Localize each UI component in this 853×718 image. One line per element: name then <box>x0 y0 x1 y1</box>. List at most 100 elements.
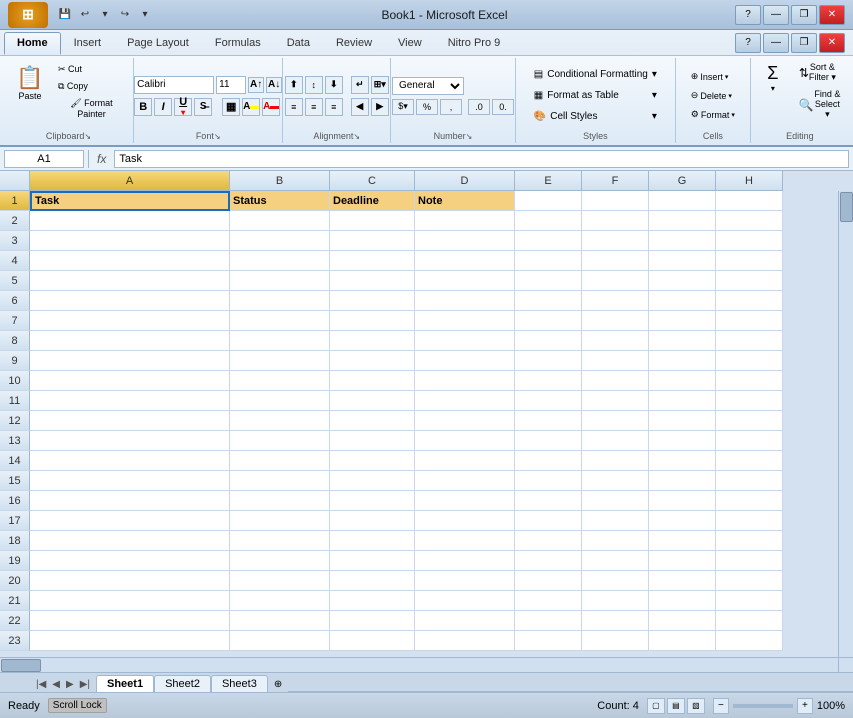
fill-color-button[interactable]: A <box>242 98 260 116</box>
row-number-21[interactable]: 21 <box>0 591 30 611</box>
cell-H21[interactable] <box>716 591 783 611</box>
cell-G11[interactable] <box>649 391 716 411</box>
row-number-6[interactable]: 6 <box>0 291 30 311</box>
col-header-h[interactable]: H <box>716 171 783 191</box>
cell-E22[interactable] <box>515 611 582 631</box>
cell-B11[interactable] <box>230 391 330 411</box>
cell-E16[interactable] <box>515 491 582 511</box>
cell-E11[interactable] <box>515 391 582 411</box>
cell-B6[interactable] <box>230 291 330 311</box>
cell-F3[interactable] <box>582 231 649 251</box>
cell-B22[interactable] <box>230 611 330 631</box>
cell-A7[interactable] <box>30 311 230 331</box>
cell-B18[interactable] <box>230 531 330 551</box>
cell-A2[interactable] <box>30 211 230 231</box>
cell-C7[interactable] <box>330 311 415 331</box>
cell-D2[interactable] <box>415 211 515 231</box>
cell-G10[interactable] <box>649 371 716 391</box>
horizontal-scrollbar[interactable] <box>0 657 838 672</box>
cell-C21[interactable] <box>330 591 415 611</box>
cell-D15[interactable] <box>415 471 515 491</box>
font-size-input[interactable] <box>216 76 246 94</box>
number-format-select[interactable]: General Number Currency Date <box>392 77 464 95</box>
cell-C12[interactable] <box>330 411 415 431</box>
format-painter-button[interactable]: 🖌 Format Painter <box>54 96 129 121</box>
cell-E7[interactable] <box>515 311 582 331</box>
cell-E1[interactable] <box>515 191 582 211</box>
percent-button[interactable]: % <box>416 99 438 115</box>
row-number-7[interactable]: 7 <box>0 311 30 331</box>
insert-button[interactable]: ⊕ Insert ▾ <box>684 68 736 85</box>
cell-F5[interactable] <box>582 271 649 291</box>
cell-A14[interactable] <box>30 451 230 471</box>
sheet-nav-first[interactable]: |◀ <box>34 677 48 692</box>
cell-styles-button[interactable]: 🎨 Cell Styles ▾ <box>529 108 662 125</box>
border-button[interactable]: ▦ <box>222 98 240 116</box>
cell-F12[interactable] <box>582 411 649 431</box>
col-header-c[interactable]: C <box>330 171 415 191</box>
vertical-scrollbar[interactable] <box>838 191 853 657</box>
cell-B13[interactable] <box>230 431 330 451</box>
cell-H15[interactable] <box>716 471 783 491</box>
cell-D23[interactable] <box>415 631 515 651</box>
cell-H9[interactable] <box>716 351 783 371</box>
row-number-10[interactable]: 10 <box>0 371 30 391</box>
row-number-3[interactable]: 3 <box>0 231 30 251</box>
tab-view[interactable]: View <box>385 32 435 55</box>
align-middle-button[interactable]: ↕ <box>305 76 323 94</box>
italic-button[interactable]: I <box>154 98 172 116</box>
cell-G9[interactable] <box>649 351 716 371</box>
cell-E14[interactable] <box>515 451 582 471</box>
align-top-button[interactable]: ⬆ <box>285 76 303 94</box>
cell-A8[interactable] <box>30 331 230 351</box>
cell-G17[interactable] <box>649 511 716 531</box>
cell-F11[interactable] <box>582 391 649 411</box>
cell-D13[interactable] <box>415 431 515 451</box>
cell-H10[interactable] <box>716 371 783 391</box>
tab-page-layout[interactable]: Page Layout <box>114 32 202 55</box>
cell-A20[interactable] <box>30 571 230 591</box>
cell-A10[interactable] <box>30 371 230 391</box>
row-number-15[interactable]: 15 <box>0 471 30 491</box>
decrease-indent-button[interactable]: ◀ <box>351 98 369 116</box>
cell-E10[interactable] <box>515 371 582 391</box>
col-header-a[interactable]: A <box>30 171 230 191</box>
cell-C14[interactable] <box>330 451 415 471</box>
cell-F14[interactable] <box>582 451 649 471</box>
cell-F19[interactable] <box>582 551 649 571</box>
cell-A3[interactable] <box>30 231 230 251</box>
row-number-13[interactable]: 13 <box>0 431 30 451</box>
tab-home[interactable]: Home <box>4 32 61 55</box>
row-number-12[interactable]: 12 <box>0 411 30 431</box>
tab-formulas[interactable]: Formulas <box>202 32 274 55</box>
clipboard-expand[interactable]: ↘ <box>84 132 91 141</box>
ribbon-minimize-btn[interactable]: — <box>763 33 789 53</box>
redo-button[interactable]: ↪ <box>116 6 134 24</box>
cell-G15[interactable] <box>649 471 716 491</box>
row-number-19[interactable]: 19 <box>0 551 30 571</box>
cell-E13[interactable] <box>515 431 582 451</box>
copy-button[interactable]: ⧉ Copy <box>54 79 129 94</box>
cell-B5[interactable] <box>230 271 330 291</box>
page-break-view-btn[interactable]: ▧ <box>687 698 705 714</box>
cell-F16[interactable] <box>582 491 649 511</box>
cell-H14[interactable] <box>716 451 783 471</box>
row-number-1[interactable]: 1 <box>0 191 30 211</box>
cell-A19[interactable] <box>30 551 230 571</box>
cell-C10[interactable] <box>330 371 415 391</box>
tab-nitro[interactable]: Nitro Pro 9 <box>435 32 514 55</box>
cell-H1[interactable] <box>716 191 783 211</box>
merge-center-button[interactable]: ⊞▾ <box>371 76 389 94</box>
cell-A1[interactable]: Task <box>30 191 230 211</box>
cell-E17[interactable] <box>515 511 582 531</box>
paste-button[interactable]: 📋 Paste <box>8 60 52 106</box>
cell-D3[interactable] <box>415 231 515 251</box>
col-header-d[interactable]: D <box>415 171 515 191</box>
cell-A6[interactable] <box>30 291 230 311</box>
cell-B23[interactable] <box>230 631 330 651</box>
cell-F21[interactable] <box>582 591 649 611</box>
sort-filter-button[interactable]: ⇅ Sort &Filter ▾ <box>795 60 845 85</box>
cell-G20[interactable] <box>649 571 716 591</box>
cell-H23[interactable] <box>716 631 783 651</box>
help-button[interactable]: ? <box>735 5 761 25</box>
